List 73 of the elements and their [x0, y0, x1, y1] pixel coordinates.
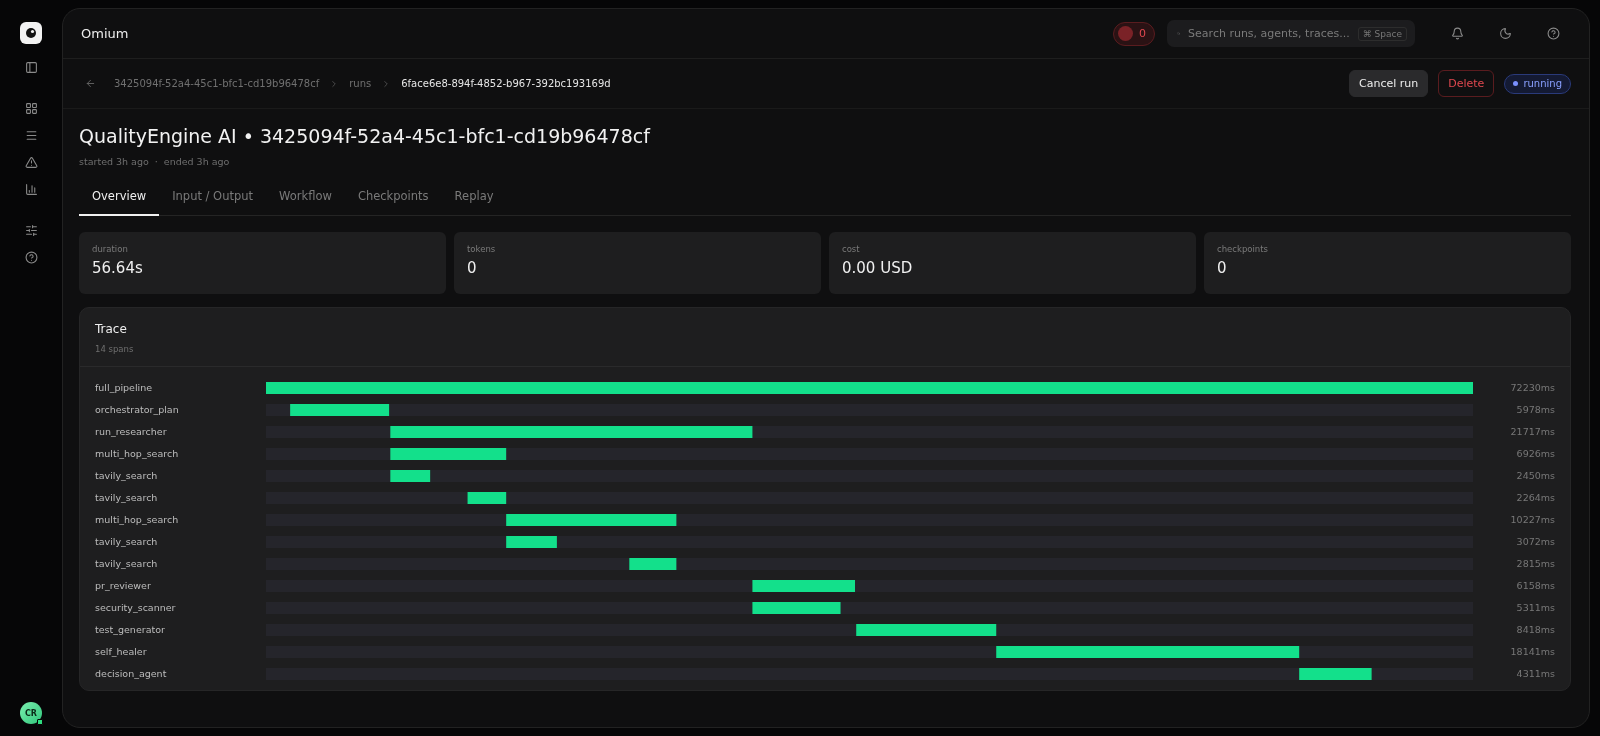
span-bar: [467, 491, 507, 504]
help-icon[interactable]: [1546, 27, 1560, 40]
separator-dot: ·: [154, 156, 158, 167]
span-name: security_scanner: [95, 602, 177, 613]
stat-label: cost: [842, 244, 861, 254]
tab[interactable]: Workflow: [266, 189, 345, 216]
span-bar: [506, 535, 557, 548]
panel-toggle-icon[interactable]: [24, 61, 38, 74]
user-avatar[interactable]: CR: [20, 702, 42, 724]
breadcrumb-link[interactable]: runs: [349, 78, 372, 89]
span-duration: 8418ms: [1515, 624, 1555, 635]
span-bar: [629, 557, 677, 570]
span-count: 14 spans: [95, 344, 135, 354]
span-name: orchestrator_plan: [95, 404, 180, 415]
span-name: decision_agent: [95, 668, 168, 679]
warning-icon[interactable]: [24, 156, 38, 169]
span-name: tavily_search: [95, 536, 159, 547]
span-name: tavily_search: [95, 558, 159, 569]
span-duration: 18141ms: [1509, 646, 1555, 657]
moon-icon[interactable]: [1498, 27, 1512, 40]
span-duration: 72230ms: [1509, 382, 1555, 393]
list-icon[interactable]: [24, 129, 38, 142]
help-icon[interactable]: [24, 251, 38, 264]
alert-toggle[interactable]: 0: [1113, 21, 1155, 46]
app-name: Omium: [81, 26, 130, 41]
span-name: run_researcher: [95, 426, 168, 437]
span-duration: 2450ms: [1515, 470, 1555, 481]
delete-button[interactable]: Delete: [1438, 70, 1495, 97]
span-name: multi_hop_search: [95, 514, 180, 525]
span-duration: 2815ms: [1515, 558, 1555, 569]
span-duration: 10227ms: [1509, 514, 1555, 525]
run-title: QualityEngine AI • 3425094f-52a4-45c1-bfc1-cd19b96478cf: [79, 125, 652, 147]
status-badge: running: [1504, 73, 1571, 94]
started-time: started 3h ago: [79, 156, 149, 167]
span-duration: 3072ms: [1515, 536, 1555, 547]
span-name: test_generator: [95, 624, 166, 635]
span-bar: [390, 469, 431, 482]
span-name: tavily_search: [95, 492, 159, 503]
ended-time: ended 3h ago: [163, 156, 230, 167]
stat-label: checkpoints: [1217, 244, 1269, 254]
search-field[interactable]: Search runs, agents, traces... ⌘ Space: [1167, 20, 1415, 47]
span-duration: 5311ms: [1515, 602, 1555, 613]
tab[interactable]: Overview: [79, 189, 160, 216]
span-name: self_healer: [95, 646, 148, 657]
span-duration: 6158ms: [1515, 580, 1555, 591]
tab[interactable]: Replay: [441, 189, 507, 216]
stat-value: 0: [467, 259, 478, 277]
stat-value: 56.64s: [92, 259, 144, 277]
back-arrow-icon[interactable]: [85, 78, 96, 89]
app-logo-icon[interactable]: [20, 22, 42, 44]
span-duration: 4311ms: [1515, 668, 1555, 679]
tab[interactable]: Input / Output: [159, 189, 267, 216]
span-name: tavily_search: [95, 470, 159, 481]
stat-label: tokens: [467, 244, 497, 254]
breadcrumb-link[interactable]: 3425094f-52a4-45c1-bfc1-cd19b96478cf: [114, 78, 320, 89]
dashboard-icon[interactable]: [24, 102, 38, 115]
stat-value: 0.00 USD: [842, 259, 914, 277]
sliders-icon[interactable]: [24, 224, 38, 237]
span-name: full_pipeline: [95, 382, 154, 393]
bar-chart-icon[interactable]: [24, 183, 38, 196]
span-duration: 2264ms: [1515, 492, 1555, 503]
span-duration: 5978ms: [1515, 404, 1555, 415]
cancel-button[interactable]: Cancel run: [1349, 70, 1429, 97]
span-name: pr_reviewer: [95, 580, 152, 591]
span-name: multi_hop_search: [95, 448, 180, 459]
stat-value: 0: [1217, 259, 1228, 277]
tab[interactable]: Checkpoints: [344, 189, 442, 216]
bell-icon[interactable]: [1450, 27, 1464, 40]
stat-label: duration: [92, 244, 129, 254]
span-duration: 21717ms: [1509, 426, 1555, 437]
span-duration: 6926ms: [1515, 448, 1555, 459]
trace-title: Trace: [95, 322, 128, 336]
breadcrumb-link[interactable]: 6face6e8-894f-4852-b967-392bc193169d: [401, 78, 611, 89]
